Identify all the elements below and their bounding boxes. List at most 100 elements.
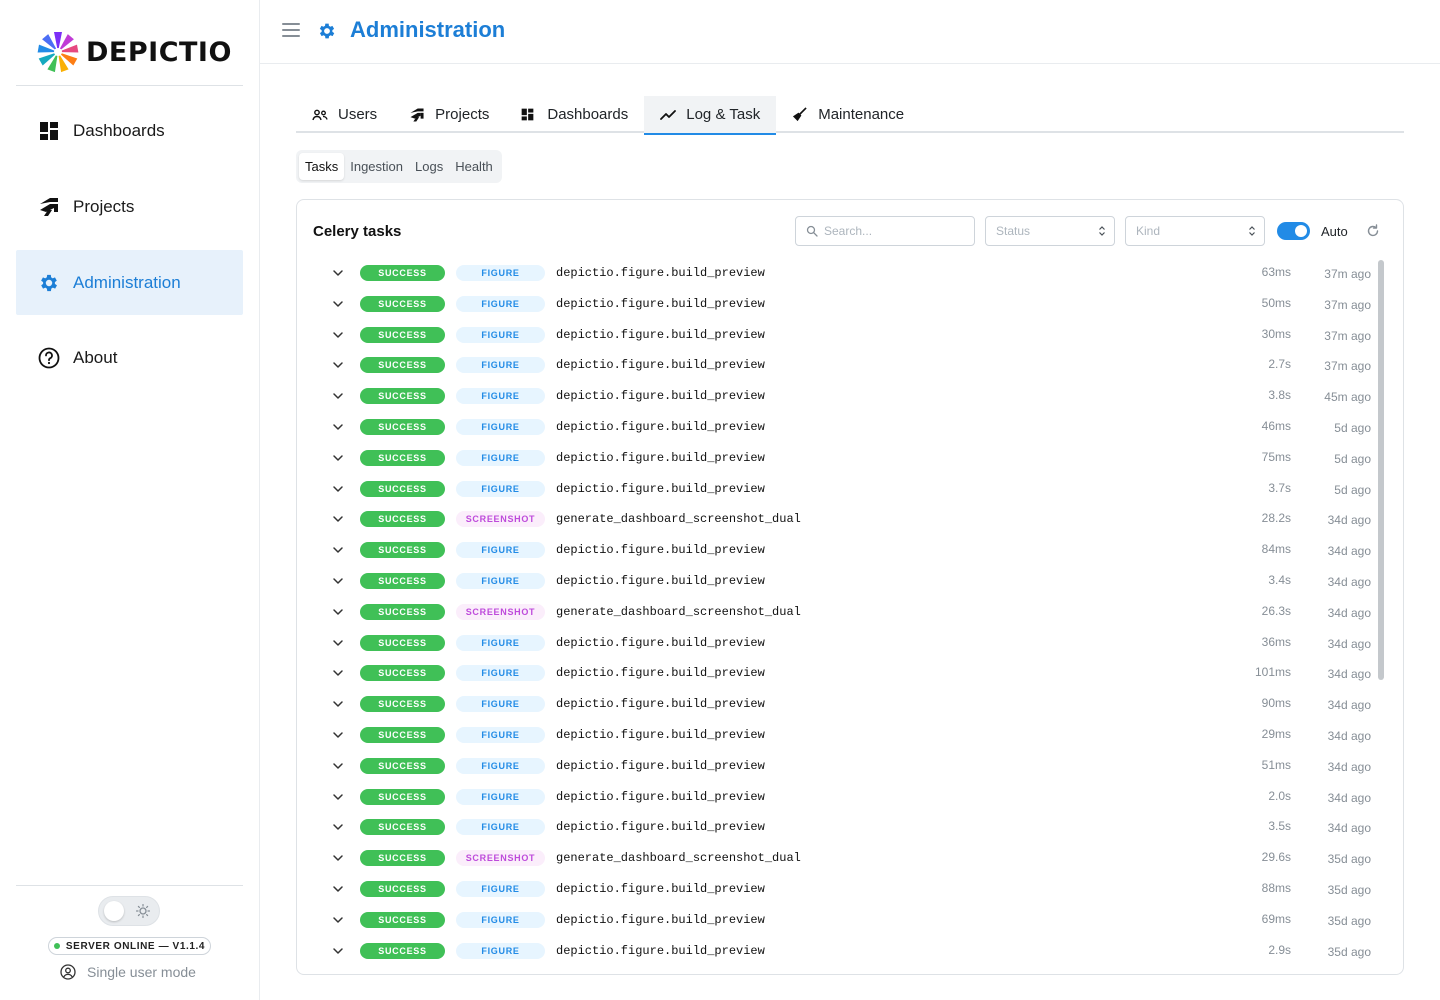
scrollbar[interactable] [1378, 260, 1384, 680]
kind-badge: FIGURE [456, 911, 545, 928]
status-badge: SUCCESS [360, 665, 445, 682]
theme-toggle[interactable] [98, 896, 160, 926]
subtab-tasks[interactable]: Tasks [299, 153, 345, 180]
task-row[interactable]: SUCCESS FIGURE depictio.figure.build_previ… [297, 320, 1397, 351]
chevron-down-icon[interactable] [332, 390, 344, 402]
search-box[interactable] [795, 216, 975, 246]
task-row[interactable]: SUCCESS SCREENSHOT generate_dashboard_scre… [297, 504, 1397, 535]
task-duration: 90ms [1261, 696, 1291, 711]
tab-maintenance[interactable]: Maintenance [776, 96, 920, 133]
task-name: depictio.figure.build_preview [556, 943, 765, 958]
task-name: depictio.figure.build_preview [556, 450, 765, 465]
task-time-ago: 37m ago [1324, 267, 1371, 281]
task-duration: 29.6s [1261, 850, 1291, 865]
chevron-down-icon[interactable] [332, 329, 344, 341]
sidebar-item-dashboards[interactable]: Dashboards [16, 98, 243, 163]
task-row[interactable]: SUCCESS FIGURE depictio.figure.build_previ… [297, 628, 1397, 659]
task-row[interactable]: SUCCESS FIGURE depictio.figure.build_previ… [297, 936, 1397, 967]
task-row[interactable]: SUCCESS FIGURE depictio.figure.build_previ… [297, 535, 1397, 566]
task-time-ago: 5d ago [1334, 420, 1371, 435]
task-row[interactable]: SUCCESS FIGURE depictio.figure.build_previ… [297, 443, 1397, 474]
tab-log-task[interactable]: Log & Task [644, 96, 777, 135]
status-select[interactable]: Status [985, 216, 1115, 246]
chevron-down-icon[interactable] [332, 667, 344, 679]
refresh-icon[interactable] [1366, 224, 1380, 238]
sun-icon [136, 904, 150, 918]
status-badge: SUCCESS [360, 696, 445, 713]
task-row[interactable]: SUCCESS FIGURE depictio.figure.build_previ… [297, 474, 1397, 505]
tasks-list: SUCCESS FIGURE depictio.figure.build_previ… [297, 258, 1397, 966]
tab-dashboards[interactable]: Dashboards [505, 96, 644, 133]
subtab-health[interactable]: Health [449, 153, 499, 180]
chevron-down-icon[interactable] [332, 513, 344, 525]
task-row[interactable]: SUCCESS SCREENSHOT generate_dashboard_scre… [297, 843, 1397, 874]
status-badge: SUCCESS [360, 542, 445, 559]
task-row[interactable]: SUCCESS FIGURE depictio.figure.build_previ… [297, 381, 1397, 412]
tab-projects[interactable]: Projects [393, 96, 505, 133]
tab-users[interactable]: Users [296, 96, 393, 133]
broom-icon [792, 107, 808, 123]
kind-badge: FIGURE [456, 326, 545, 343]
sidebar-item-about[interactable]: About [16, 325, 243, 390]
chevron-down-icon[interactable] [332, 544, 344, 556]
task-row[interactable]: SUCCESS FIGURE depictio.figure.build_previ… [297, 412, 1397, 443]
app-logo[interactable]: DEPICTIO [36, 30, 232, 74]
chevron-down-icon[interactable] [332, 698, 344, 710]
search-input[interactable] [824, 224, 964, 238]
depictio-logo-icon [37, 32, 79, 73]
task-row[interactable]: SUCCESS FIGURE depictio.figure.build_previ… [297, 258, 1397, 289]
chevron-down-icon[interactable] [332, 421, 344, 433]
tab-label: Projects [435, 106, 490, 123]
chevron-down-icon[interactable] [332, 729, 344, 741]
task-time-ago: 37m ago [1324, 297, 1371, 312]
task-name: depictio.figure.build_preview [556, 635, 765, 650]
chevron-down-icon[interactable] [332, 821, 344, 833]
kind-badge: FIGURE [456, 418, 545, 435]
user-circle-icon [60, 964, 76, 980]
menu-burger-icon[interactable] [282, 23, 300, 39]
status-badge: SUCCESS [360, 326, 445, 343]
status-badge: SUCCESS [360, 634, 445, 651]
task-row[interactable]: SUCCESS FIGURE depictio.figure.build_previ… [297, 812, 1397, 843]
chevron-down-icon[interactable] [332, 914, 344, 926]
task-row[interactable]: SUCCESS FIGURE depictio.figure.build_previ… [297, 689, 1397, 720]
trend-line-icon [660, 107, 677, 123]
kind-select[interactable]: Kind [1125, 216, 1265, 246]
users-icon [312, 107, 328, 123]
sidebar-item-administration[interactable]: Administration [16, 250, 243, 315]
subtab-ingestion[interactable]: Ingestion [344, 153, 409, 180]
kind-badge: FIGURE [456, 572, 545, 589]
task-name: depictio.figure.build_preview [556, 758, 765, 773]
task-row[interactable]: SUCCESS FIGURE depictio.figure.build_previ… [297, 782, 1397, 813]
chevron-up-down-icon [1099, 226, 1105, 236]
chevron-down-icon[interactable] [332, 637, 344, 649]
chevron-down-icon[interactable] [332, 791, 344, 803]
task-row[interactable]: SUCCESS FIGURE depictio.figure.build_previ… [297, 289, 1397, 320]
kind-badge: FIGURE [456, 634, 545, 651]
task-row[interactable]: SUCCESS FIGURE depictio.figure.build_previ… [297, 905, 1397, 936]
task-row[interactable]: SUCCESS FIGURE depictio.figure.build_previ… [297, 874, 1397, 905]
task-row[interactable]: SUCCESS FIGURE depictio.figure.build_previ… [297, 566, 1397, 597]
task-row[interactable]: SUCCESS FIGURE depictio.figure.build_previ… [297, 658, 1397, 689]
server-status-text: SERVER ONLINE — V1.1.4 [65, 940, 206, 952]
chevron-down-icon[interactable] [332, 267, 344, 279]
subtab-segmented-control: Tasks Ingestion Logs Health [296, 150, 502, 183]
chevron-down-icon[interactable] [332, 483, 344, 495]
task-row[interactable]: SUCCESS SCREENSHOT generate_dashboard_scre… [297, 597, 1397, 628]
chevron-down-icon[interactable] [332, 883, 344, 895]
chevron-down-icon[interactable] [332, 298, 344, 310]
sidebar-item-projects[interactable]: Projects [16, 174, 243, 239]
chevron-down-icon[interactable] [332, 575, 344, 587]
chevron-down-icon[interactable] [332, 606, 344, 618]
task-row[interactable]: SUCCESS FIGURE depictio.figure.build_previ… [297, 720, 1397, 751]
auto-refresh-switch[interactable] [1277, 222, 1310, 240]
chevron-down-icon[interactable] [332, 852, 344, 864]
chevron-down-icon[interactable] [332, 359, 344, 371]
task-time-ago: 34d ago [1327, 759, 1371, 774]
chevron-down-icon[interactable] [332, 452, 344, 464]
task-row[interactable]: SUCCESS FIGURE depictio.figure.build_previ… [297, 751, 1397, 782]
chevron-down-icon[interactable] [332, 945, 344, 957]
chevron-down-icon[interactable] [332, 760, 344, 772]
subtab-logs[interactable]: Logs [409, 153, 449, 180]
task-row[interactable]: SUCCESS FIGURE depictio.figure.build_previ… [297, 350, 1397, 381]
